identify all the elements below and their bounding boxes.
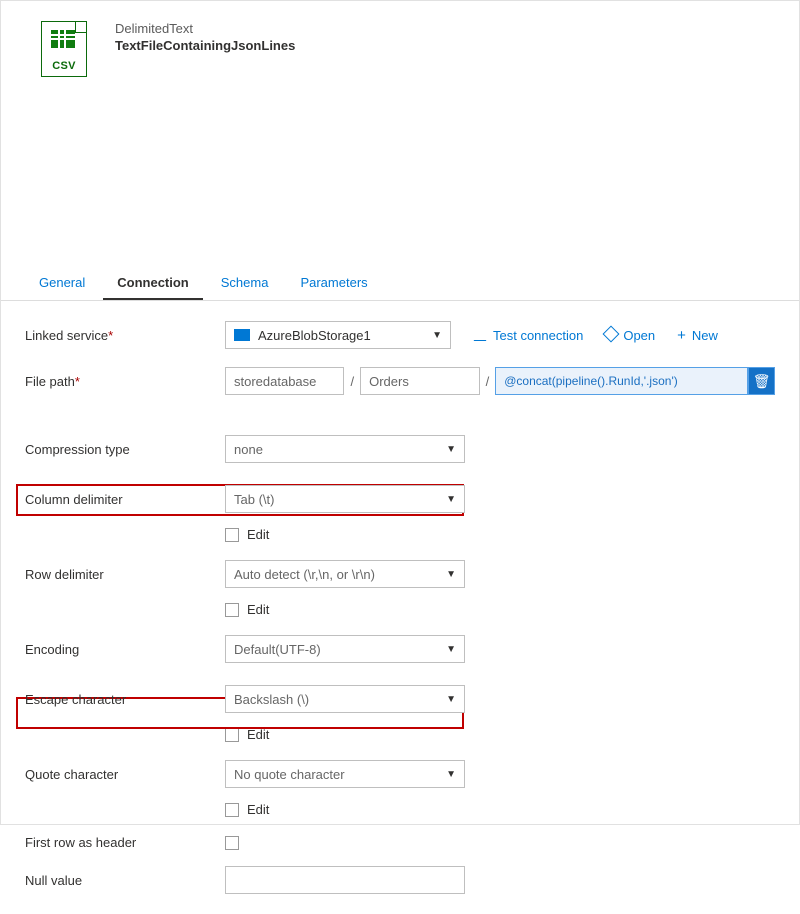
tab-schema[interactable]: Schema: [207, 267, 283, 300]
plus-icon: +: [677, 327, 686, 344]
first-row-as-header-checkbox[interactable]: [225, 836, 239, 850]
null-value-input[interactable]: [225, 866, 465, 894]
dataset-name: TextFileContainingJsonLines: [115, 38, 295, 53]
compression-type-label: Compression type: [25, 442, 225, 457]
new-button[interactable]: +New: [677, 327, 718, 344]
escape-character-edit-label: Edit: [247, 727, 269, 742]
chevron-down-icon: ▼: [446, 494, 456, 505]
linked-service-value: AzureBlobStorage1: [258, 328, 371, 343]
dataset-header: CSV DelimitedText TextFileContainingJson…: [1, 1, 799, 77]
file-path-directory-input[interactable]: Orders: [360, 367, 479, 395]
file-path-container-input[interactable]: storedatabase: [225, 367, 344, 395]
row-delimiter-edit-checkbox[interactable]: [225, 603, 239, 617]
tab-connection[interactable]: Connection: [103, 267, 203, 300]
escape-character-dropdown[interactable]: Backslash (\)▼: [225, 685, 465, 713]
compression-type-dropdown[interactable]: none▼: [225, 435, 465, 463]
open-button[interactable]: Open: [605, 328, 655, 343]
test-connection-button[interactable]: Test connection: [473, 326, 583, 344]
quote-character-dropdown[interactable]: No quote character▼: [225, 760, 465, 788]
row-delimiter-dropdown[interactable]: Auto detect (\r,\n, or \r\n)▼: [225, 560, 465, 588]
chevron-down-icon: ▼: [446, 444, 456, 455]
trash-icon: 🗑: [753, 373, 771, 390]
encoding-label: Encoding: [25, 642, 225, 657]
quote-character-edit-label: Edit: [247, 802, 269, 817]
path-separator: /: [344, 374, 360, 389]
path-separator: /: [480, 374, 496, 389]
linked-service-label: Linked service: [25, 328, 225, 343]
chevron-down-icon: ▼: [446, 644, 456, 655]
tab-parameters[interactable]: Parameters: [286, 267, 381, 300]
row-delimiter-edit-label: Edit: [247, 602, 269, 617]
tab-strip: General Connection Schema Parameters: [1, 267, 799, 301]
row-delimiter-label: Row delimiter: [25, 567, 225, 582]
column-delimiter-edit-label: Edit: [247, 527, 269, 542]
first-row-as-header-label: First row as header: [25, 835, 225, 850]
escape-character-edit-checkbox[interactable]: [225, 728, 239, 742]
escape-character-label: Escape character: [25, 692, 225, 707]
flask-icon: [473, 326, 487, 344]
quote-character-edit-checkbox[interactable]: [225, 803, 239, 817]
chevron-down-icon: ▼: [446, 569, 456, 580]
chevron-down-icon: ▼: [446, 769, 456, 780]
quote-character-label: Quote character: [25, 767, 225, 782]
dataset-type-label: DelimitedText: [115, 21, 295, 36]
chevron-down-icon: ▼: [432, 330, 442, 341]
null-value-label: Null value: [25, 873, 225, 888]
storage-account-icon: [234, 329, 250, 341]
column-delimiter-dropdown[interactable]: Tab (\t)▼: [225, 485, 465, 513]
file-path-expression-input[interactable]: @concat(pipeline().RunId,'.json'): [495, 367, 748, 395]
delete-expression-button[interactable]: 🗑: [748, 367, 775, 395]
encoding-dropdown[interactable]: Default(UTF-8)▼: [225, 635, 465, 663]
csv-file-icon: CSV: [41, 21, 87, 77]
column-delimiter-label: Column delimiter: [25, 492, 225, 507]
pencil-icon: [605, 328, 617, 343]
chevron-down-icon: ▼: [446, 694, 456, 705]
file-path-label: File path: [25, 374, 225, 389]
tab-general[interactable]: General: [25, 267, 99, 300]
linked-service-dropdown[interactable]: AzureBlobStorage1 ▼: [225, 321, 451, 349]
column-delimiter-edit-checkbox[interactable]: [225, 528, 239, 542]
